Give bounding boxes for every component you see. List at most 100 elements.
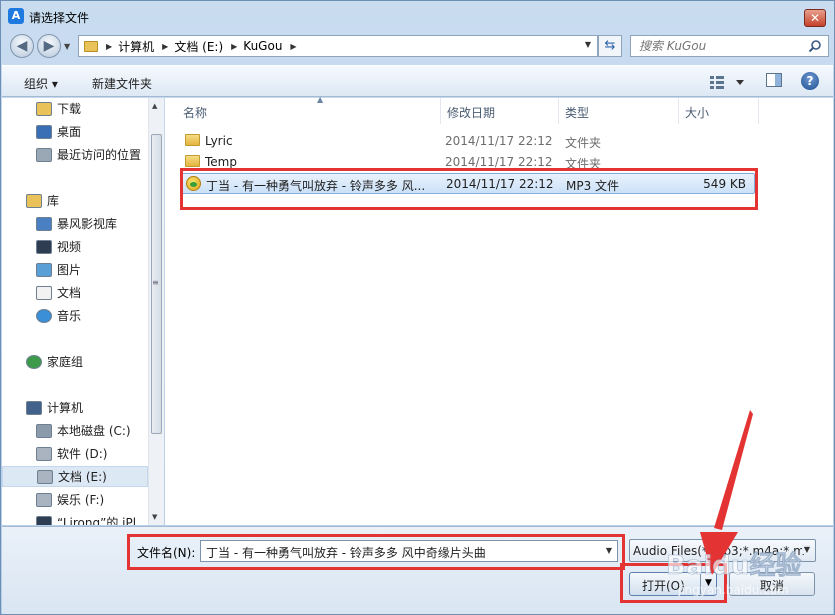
file-name: Lyric [205,134,233,148]
organize-menu-button[interactable]: 组织 ▾ [24,75,58,92]
address-row: ◀ ▶ ▼ ▶ 计算机 ▶ 文档 (E:) ▶ KuGou ▶ ▼ ⇆ [1,31,834,63]
open-split-divider [700,574,701,594]
breadcrumb-computer[interactable]: 计算机 [118,38,154,55]
forward-button[interactable]: ▶ [37,34,61,58]
folder-icon [84,40,98,52]
recent-locations-dropdown[interactable]: ▼ [64,42,70,51]
new-folder-button[interactable]: 新建文件夹 [92,75,152,92]
drive-icon [36,492,52,507]
video-library-icon [36,216,52,231]
nav-item-label: 软件 (D:) [57,447,108,461]
search-box[interactable] [630,35,829,57]
title-bar: A 请选择文件 ✕ [1,1,834,31]
nav-item-label: 视频 [57,240,82,254]
nav-item[interactable]: 家庭组 [2,351,148,372]
nav-item[interactable]: 图片 [2,259,148,280]
nav-item-label: 家庭组 [47,355,84,369]
nav-item-label: 娱乐 (F:) [57,493,105,507]
nav-item[interactable]: 暴风影视库 [2,213,148,234]
recent-places-icon [36,147,52,162]
close-button[interactable]: ✕ [804,9,826,27]
file-name: Temp [205,155,237,169]
nav-item[interactable]: 音乐 [2,305,148,326]
nav-item-label: 文档 (E:) [58,470,107,484]
file-row[interactable]: Temp 2014/11/17 22:12 文件夹 [181,152,755,173]
chevron-right-icon[interactable]: ▶ [106,42,112,51]
file-type: 文件夹 [565,136,602,150]
navigation-pane: 下载桌面最近访问的位置库暴风影视库视频图片文档音乐家庭组计算机本地磁盘 (C:)… [2,98,164,525]
nav-item[interactable]: 桌面 [2,121,148,142]
dialog-footer: 文件名(N): 丁当 - 有一种勇气叫放弃 - 铃声多多 风中奇缘片头曲 ▼ A… [2,526,833,614]
column-size[interactable]: 大小 [679,98,759,124]
chevron-right-icon[interactable]: ▶ [231,42,237,51]
homegroup-icon [26,354,42,369]
nav-item[interactable]: 计算机 [2,397,148,418]
column-modified[interactable]: 修改日期 [441,98,559,124]
nav-item[interactable]: 最近访问的位置 [2,144,148,165]
app-icon: A [8,8,24,24]
picture-icon [36,262,52,277]
preview-pane-button[interactable] [766,73,782,87]
nav-item-label: 计算机 [47,401,84,415]
refresh-button[interactable]: ⇆ [598,35,622,57]
breadcrumb-drive-e[interactable]: 文档 (E:) [174,38,223,55]
download-folder-icon [36,101,52,116]
system-drive-icon [36,423,52,438]
breadcrumb[interactable]: ▶ 计算机 ▶ 文档 (E:) ▶ KuGou ▶ ▼ [78,35,598,57]
nav-item-label: 暴风影视库 [57,217,118,231]
search-input[interactable] [639,39,799,53]
filename-value[interactable]: 丁当 - 有一种勇气叫放弃 - 铃声多多 风中奇缘片头曲 [206,544,486,561]
library-icon [26,193,42,208]
column-name[interactable]: 名称 ▲ [177,95,441,124]
nav-item-label: “Lirong”的 iPl [57,516,137,525]
folder-icon [185,134,200,146]
column-type[interactable]: 类型 [559,98,679,124]
nav-item[interactable]: 库 [2,190,148,211]
open-button-label: 打开(O) [642,579,685,593]
music-icon [36,308,52,323]
filetype-value: Audio Files(*.mp3;*.m4a;*.m [633,544,805,558]
cancel-button[interactable]: 取消 [729,572,815,596]
file-row[interactable]: Lyric 2014/11/17 22:12 文件夹 [181,131,755,152]
nav-item-label: 下载 [57,102,82,116]
nav-item[interactable]: 下载 [2,98,148,119]
breadcrumb-kugou[interactable]: KuGou [243,39,282,53]
device-icon [36,515,52,525]
view-options-icon[interactable] [708,73,750,91]
open-options-dropdown-icon[interactable]: ▼ [705,578,712,588]
filename-input[interactable]: 丁当 - 有一种勇气叫放弃 - 铃声多多 风中奇缘片头曲 ▼ [200,540,618,562]
forward-arrow-icon: ▶ [43,38,55,54]
file-open-dialog: A 请选择文件 ✕ ◀ ▶ ▼ ▶ 计算机 ▶ 文档 (E:) ▶ KuGou … [0,0,835,615]
nav-item[interactable]: 文档 (E:) [2,466,148,487]
nav-item[interactable]: “Lirong”的 iPl [2,512,148,525]
file-modified: 2014/11/17 22:12 [445,134,553,148]
nav-item[interactable]: 娱乐 (F:) [2,489,148,510]
column-name-label: 名称 [183,106,208,120]
chevron-right-icon[interactable]: ▶ [290,42,296,51]
filetype-select[interactable]: Audio Files(*.mp3;*.m4a;*.m ▼ [629,539,816,562]
file-size: 549 KB [703,177,746,191]
file-row[interactable]: 丁当 - 有一种勇气叫放弃 - 铃声多多 风... 2014/11/17 22:1… [181,173,755,194]
scroll-down-icon[interactable]: ▼ [152,513,157,521]
nav-item[interactable]: 视频 [2,236,148,257]
nav-scrollbar[interactable]: ▲ ≡ ▼ [148,98,164,525]
open-button[interactable]: 打开(O) ▼ [629,572,717,596]
help-button[interactable]: ? [801,72,819,90]
back-button[interactable]: ◀ [10,34,34,58]
nav-item-label: 桌面 [57,125,82,139]
nav-item[interactable]: 软件 (D:) [2,443,148,464]
filetype-dropdown-icon[interactable]: ▼ [801,545,810,554]
scroll-up-icon[interactable]: ▲ [152,102,157,110]
nav-item[interactable]: 文档 [2,282,148,303]
filename-dropdown-icon[interactable]: ▼ [606,546,612,555]
file-type: MP3 文件 [566,179,620,193]
search-icon[interactable] [808,39,822,53]
dialog-title: 请选择文件 [29,11,90,25]
nav-item[interactable]: 本地磁盘 (C:) [2,420,148,441]
desktop-icon [36,124,52,139]
nav-item-label: 文档 [57,286,82,300]
address-dropdown-icon[interactable]: ▼ [585,40,591,49]
chevron-right-icon[interactable]: ▶ [162,42,168,51]
nav-item-label: 音乐 [57,309,82,323]
file-modified: 2014/11/17 22:12 [445,155,553,169]
